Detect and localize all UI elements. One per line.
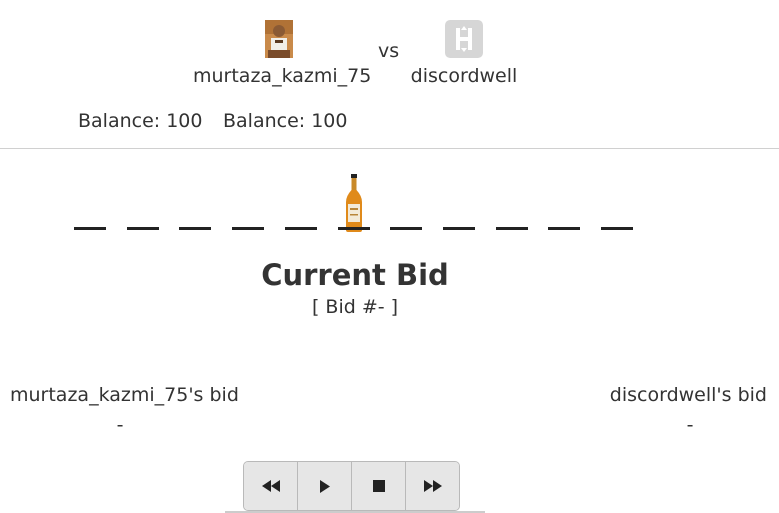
track-slot — [179, 227, 211, 230]
playback-controls — [243, 461, 460, 511]
current-bid-title: Current Bid — [261, 258, 449, 292]
stop-button[interactable] — [352, 462, 406, 510]
stop-icon — [372, 480, 385, 492]
track-slot — [443, 227, 475, 230]
player-1-header: murtaza_kazmi_75 — [193, 20, 372, 87]
player-1-bid-value: - — [116, 414, 124, 436]
track-slot — [127, 227, 159, 230]
player-1-balance: Balance: 100 — [78, 110, 203, 132]
player-2-bid-label: discordwell's bid — [609, 384, 767, 406]
current-bid-number: [ Bid #- ] — [311, 296, 399, 318]
player-2-header: discordwell — [404, 20, 524, 87]
track-slot — [285, 227, 317, 230]
track-slot — [548, 227, 580, 230]
play-icon — [319, 479, 330, 493]
fast-forward-icon — [423, 480, 442, 492]
rewind-icon — [261, 480, 280, 492]
track-slot — [74, 227, 106, 230]
player-2-balance: Balance: 100 — [223, 110, 348, 132]
track-slot — [601, 227, 633, 230]
player-2-avatar — [445, 20, 483, 58]
header-divider — [0, 148, 779, 149]
track-slot — [338, 227, 370, 230]
track-slot — [496, 227, 528, 230]
versus-label: vs — [378, 40, 400, 62]
play-button[interactable] — [298, 462, 352, 510]
bottle-icon — [345, 174, 363, 232]
player-1-avatar — [260, 20, 298, 58]
track-slot — [232, 227, 264, 230]
fast-forward-button[interactable] — [406, 462, 459, 510]
track-slot — [390, 227, 422, 230]
rewind-button[interactable] — [244, 462, 298, 510]
player-1-bid-label: murtaza_kazmi_75's bid — [10, 384, 239, 406]
bid-track — [74, 172, 639, 240]
player-2-bid-value: - — [686, 414, 694, 436]
player-1-name: murtaza_kazmi_75 — [193, 65, 372, 87]
player-2-name: discordwell — [410, 65, 518, 87]
